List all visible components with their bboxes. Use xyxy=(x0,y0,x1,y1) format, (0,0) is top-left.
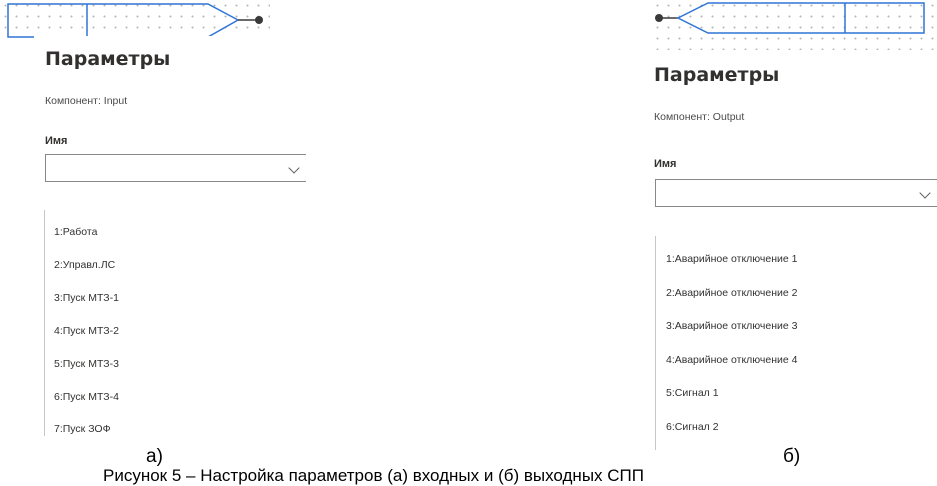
chevron-down-icon[interactable] xyxy=(288,162,300,174)
dropdown-option[interactable]: 5:Пуск МТЗ-3 xyxy=(54,358,119,370)
dropdown-options-list: 1:Аварийное отключение 1 2:Аварийное отк… xyxy=(655,236,937,450)
dropdown-option[interactable]: 1:Работа xyxy=(54,226,97,238)
input-pin-icon xyxy=(655,14,663,22)
name-field-label: Имя xyxy=(654,158,677,170)
dropdown-option[interactable]: 3:Аварийное отключение 3 xyxy=(666,320,798,332)
name-dropdown[interactable] xyxy=(655,179,937,207)
figure-caption-b: б) xyxy=(783,446,801,467)
dropdown-option[interactable]: 6:Сигнал 2 xyxy=(666,421,719,433)
name-dropdown[interactable] xyxy=(45,154,306,182)
component-type-label: Компонент: Output xyxy=(654,111,745,123)
panel-title: Параметры xyxy=(654,64,780,86)
output-block-shape[interactable] xyxy=(652,0,937,40)
dropdown-option[interactable]: 4:Пуск МТЗ-2 xyxy=(54,325,119,337)
input-block-shape[interactable] xyxy=(0,0,275,40)
dropdown-option[interactable]: 5:Сигнал 1 xyxy=(666,387,719,399)
chevron-down-icon[interactable] xyxy=(919,187,931,199)
parameters-panel-input: Параметры Компонент: Input Имя 1:Работа … xyxy=(34,36,306,436)
panel-title: Параметры xyxy=(45,48,171,70)
dropdown-option[interactable]: 1:Аварийное отключение 1 xyxy=(666,253,798,265)
dropdown-options-list: 1:Работа 2:Управл.ЛС 3:Пуск МТЗ-1 4:Пуск… xyxy=(44,210,305,436)
dropdown-option[interactable]: 2:Управл.ЛС xyxy=(54,259,115,271)
dropdown-option[interactable]: 2:Аварийное отключение 2 xyxy=(666,287,798,299)
dropdown-option[interactable]: 7:Пуск ЗОФ xyxy=(54,423,111,435)
figure-caption-a: а) xyxy=(146,446,163,467)
output-pin-icon xyxy=(255,16,263,24)
component-type-label: Компонент: Input xyxy=(45,95,128,107)
name-field-label: Имя xyxy=(45,135,68,147)
dropdown-option[interactable]: 4:Аварийное отключение 4 xyxy=(666,354,798,366)
dropdown-option[interactable]: 6:Пуск МТЗ-4 xyxy=(54,391,119,403)
dropdown-option[interactable]: 3:Пуск МТЗ-1 xyxy=(54,292,119,304)
figure-title: Рисунок 5 – Настройка параметров (а) вхо… xyxy=(103,466,644,485)
parameters-panel-output: Параметры Компонент: Output Имя 1:Аварий… xyxy=(652,50,937,450)
